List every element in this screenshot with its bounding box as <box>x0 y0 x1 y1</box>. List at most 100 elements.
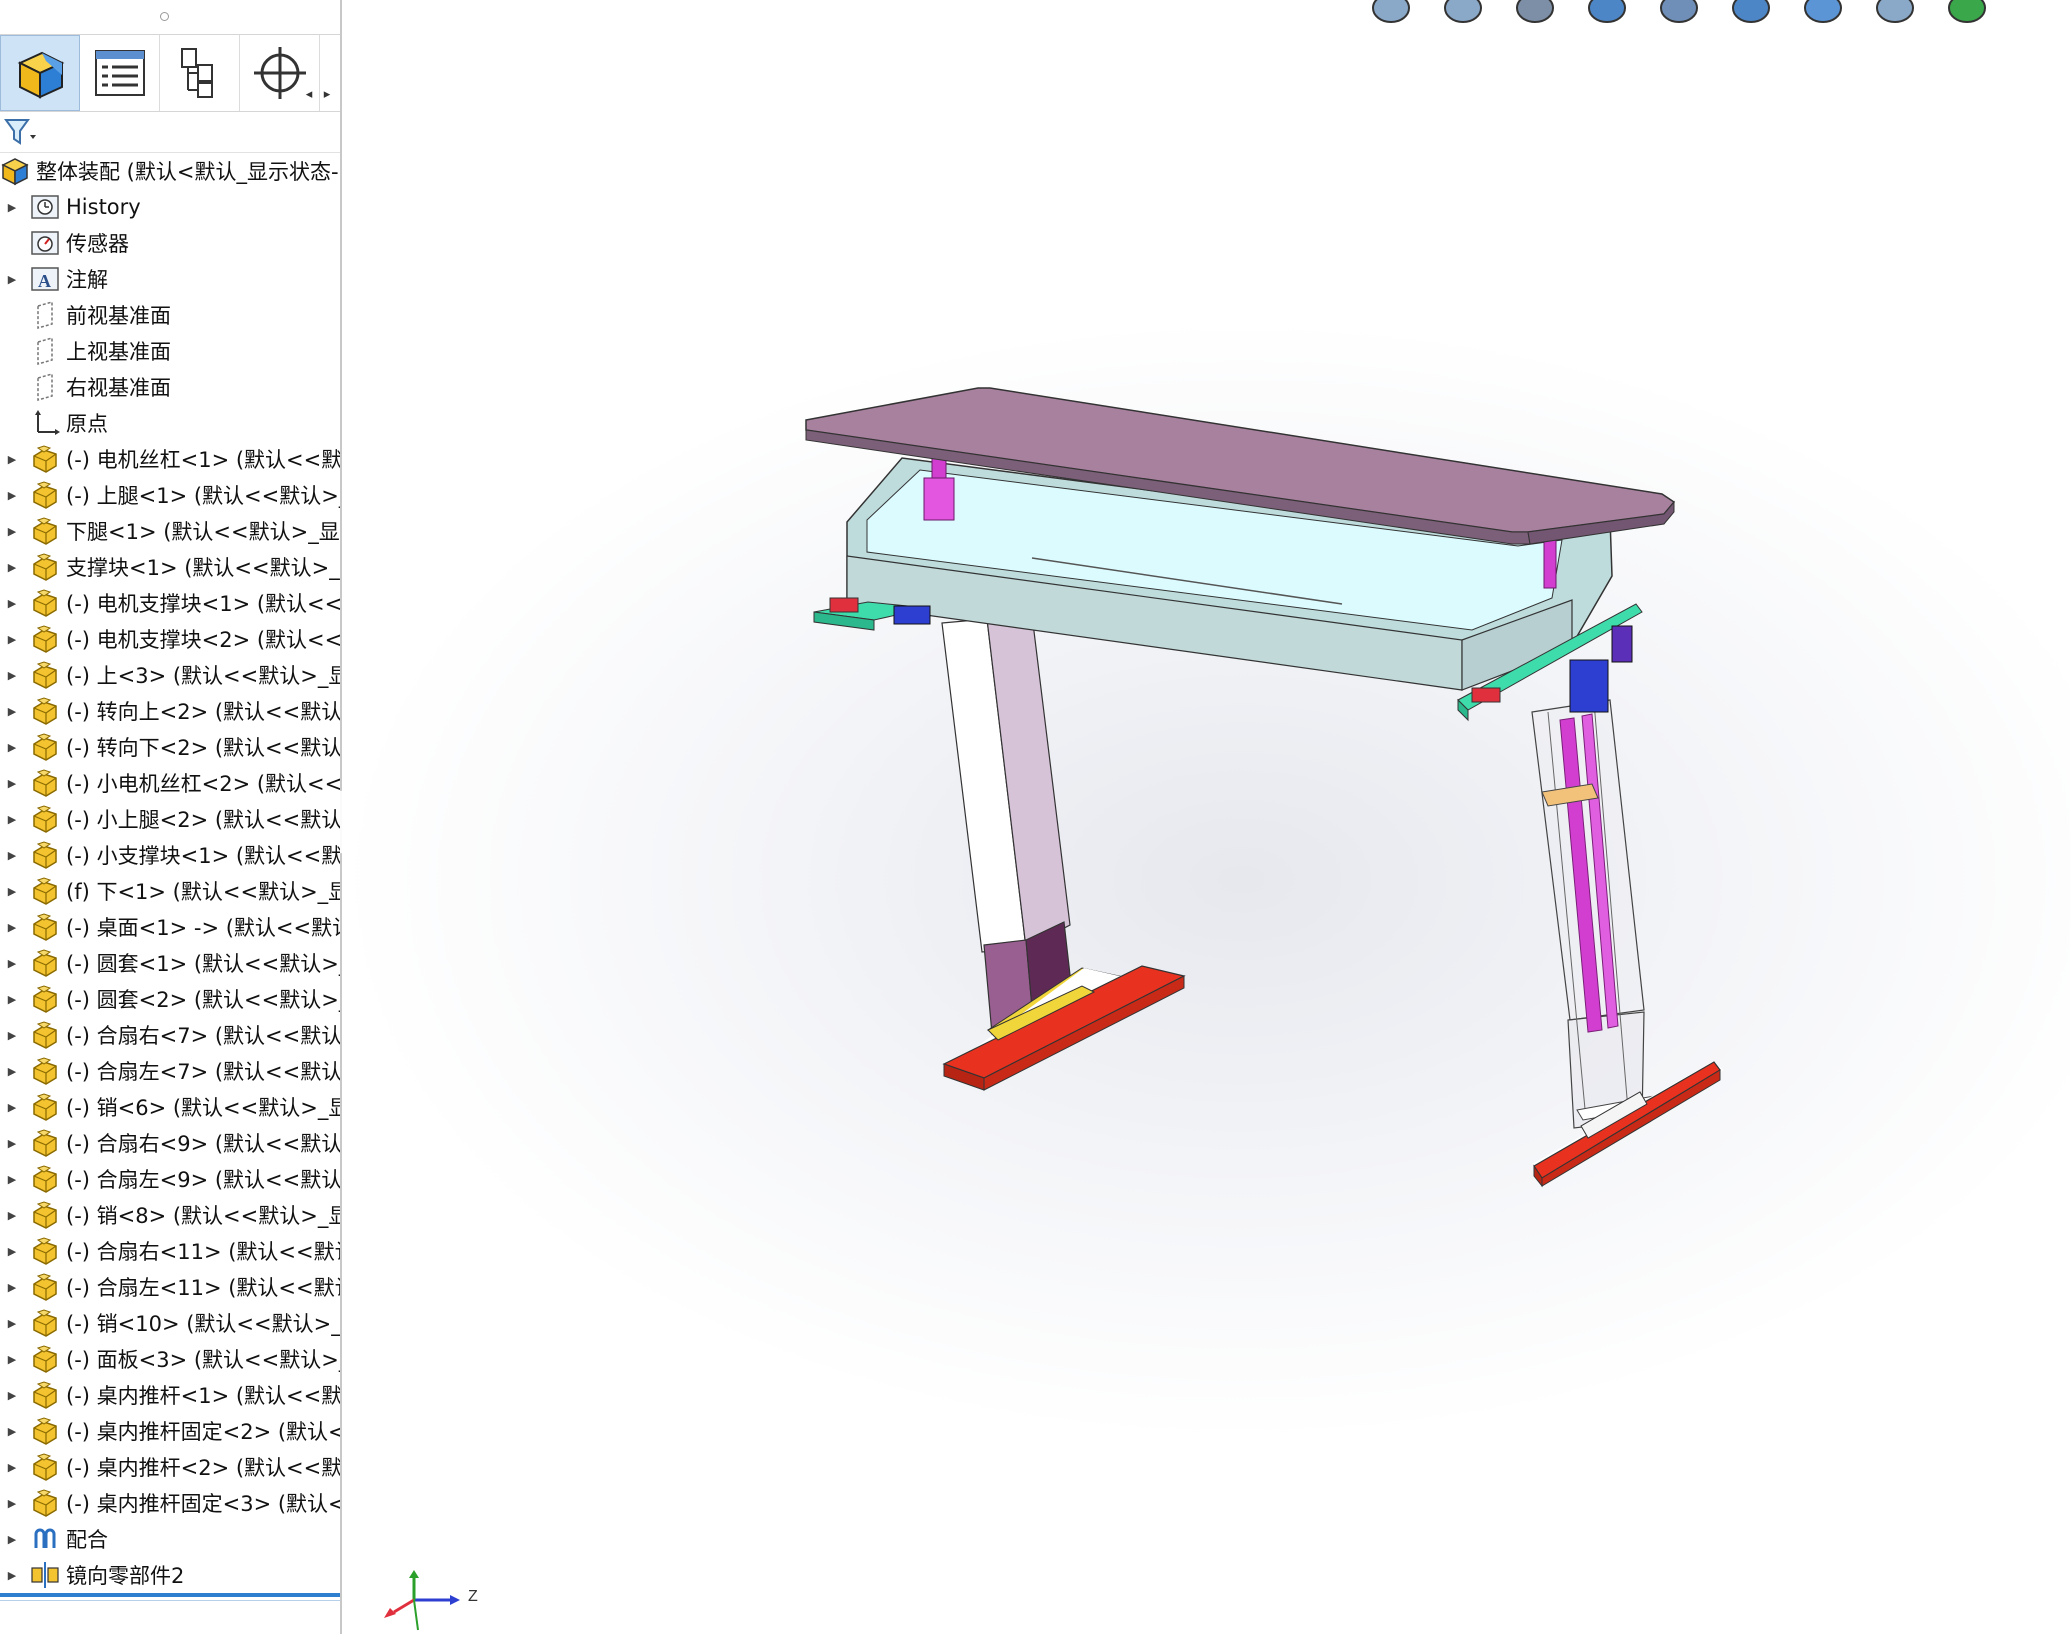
tree-item-label: 前视基准面 <box>66 304 171 328</box>
scroll-left-icon[interactable]: ◂ <box>302 85 316 103</box>
tree-item[interactable]: 原点 <box>0 405 340 441</box>
right-desk-actuator[interactable] <box>1543 539 1557 589</box>
tree-item[interactable]: ▶ (-) 上<3> (默认<<默认>_显示 <box>0 657 340 693</box>
expand-arrow-icon[interactable]: ▶ <box>2 1557 22 1593</box>
graphics-viewport[interactable]: Z <box>342 0 2070 1634</box>
tree-item[interactable]: ▶ 下腿<1> (默认<<默认>_显示 <box>0 513 340 549</box>
tree-item[interactable]: ▶ (-) 桌面<1> -> (默认<<默认 <box>0 909 340 945</box>
tree-item[interactable]: ▶ (-) 桌内推杆固定<3> (默认<< <box>0 1485 340 1521</box>
expand-arrow-icon[interactable]: ▶ <box>2 729 22 765</box>
expand-arrow-icon[interactable]: ▶ <box>2 1161 22 1197</box>
expand-arrow-icon[interactable]: ▶ <box>2 1377 22 1413</box>
right-leg[interactable] <box>1531 699 1661 1129</box>
tree-item[interactable]: ▶ (-) 销<10> (默认<<默认>_显 <box>0 1305 340 1341</box>
tree-item[interactable]: ▶ (f) 下<1> (默认<<默认>_显示 <box>0 873 340 909</box>
tree-item[interactable]: 上视基准面 <box>0 333 340 369</box>
no-arrow-spacer <box>2 225 22 261</box>
tree-item[interactable]: 传感器 <box>0 225 340 261</box>
expand-arrow-icon[interactable]: ▶ <box>2 1053 22 1089</box>
expand-arrow-icon[interactable]: ▶ <box>2 945 22 981</box>
configuration-manager-tab[interactable] <box>160 35 240 111</box>
expand-arrow-icon[interactable]: ▶ <box>2 801 22 837</box>
expand-arrow-icon[interactable]: ▶ <box>2 1089 22 1125</box>
tree-item[interactable]: ▶ (-) 合扇右<11> (默认<<默认 <box>0 1233 340 1269</box>
no-arrow-spacer <box>2 405 22 441</box>
tab-scroll-arrows: ◂ ▸ <box>302 85 334 103</box>
expand-arrow-icon[interactable]: ▶ <box>2 189 22 225</box>
tree-item-label: 配合 <box>66 1528 108 1552</box>
tree-item[interactable]: ▶ (-) 电机丝杠<1> (默认<<默认 <box>0 441 340 477</box>
expand-arrow-icon[interactable]: ▶ <box>2 873 22 909</box>
desk-assembly-model[interactable] <box>342 0 2070 1634</box>
expand-arrow-icon[interactable]: ▶ <box>2 837 22 873</box>
tree-rollback-bar[interactable] <box>0 1593 340 1597</box>
tree-item-label: 传感器 <box>66 232 129 256</box>
expand-arrow-icon[interactable]: ▶ <box>2 1305 22 1341</box>
sensor-folder-icon <box>30 228 60 258</box>
expand-arrow-icon[interactable]: ▶ <box>2 1413 22 1449</box>
part-icon <box>30 660 60 690</box>
expand-arrow-icon[interactable]: ▶ <box>2 513 22 549</box>
expand-arrow-icon[interactable]: ▶ <box>2 981 22 1017</box>
tree-item[interactable]: ▶ A 注解 <box>0 261 340 297</box>
expand-arrow-icon[interactable]: ▶ <box>2 261 22 297</box>
tree-item[interactable]: ▶ (-) 电机支撑块<1> (默认<<默 <box>0 585 340 621</box>
expand-arrow-icon[interactable]: ▶ <box>2 909 22 945</box>
expand-arrow-icon[interactable]: ▶ <box>2 477 22 513</box>
feature-manager-tab[interactable] <box>0 35 80 111</box>
tree-item-label: (-) 上<3> (默认<<默认>_显示 <box>66 664 340 688</box>
tree-item[interactable]: ▶ (-) 小电机丝杠<2> (默认<<默 <box>0 765 340 801</box>
tree-item[interactable]: ▶ (-) 桌内推杆<2> (默认<<默认 <box>0 1449 340 1485</box>
tree-item[interactable]: ▶ History <box>0 189 340 225</box>
tree-root-assembly[interactable]: 整体装配 (默认<默认_显示状态- <box>0 153 340 189</box>
part-icon <box>30 984 60 1014</box>
tree-item[interactable]: ▶ (-) 合扇左<11> (默认<<默认 <box>0 1269 340 1305</box>
tree-item[interactable]: ▶ (-) 小支撑块<1> (默认<<默认 <box>0 837 340 873</box>
tree-item[interactable]: ▶ 支撑块<1> (默认<<默认>_显 <box>0 549 340 585</box>
tree-item[interactable]: ▶ 配合 <box>0 1521 340 1557</box>
expand-arrow-icon[interactable]: ▶ <box>2 765 22 801</box>
tree-item[interactable]: ▶ (-) 小上腿<2> (默认<<默认> <box>0 801 340 837</box>
expand-arrow-icon[interactable]: ▶ <box>2 1341 22 1377</box>
expand-arrow-icon[interactable]: ▶ <box>2 1125 22 1161</box>
tree-item[interactable]: ▶ (-) 电机支撑块<2> (默认<<默 <box>0 621 340 657</box>
tree-item[interactable]: ▶ (-) 销<6> (默认<<默认>_显示 <box>0 1089 340 1125</box>
expand-arrow-icon[interactable]: ▶ <box>2 693 22 729</box>
tree-item[interactable]: ▶ (-) 转向下<2> (默认<<默认> <box>0 729 340 765</box>
expand-arrow-icon[interactable]: ▶ <box>2 1017 22 1053</box>
tree-item[interactable]: ▶ (-) 桌内推杆<1> (默认<<默认 <box>0 1377 340 1413</box>
expand-arrow-icon[interactable]: ▶ <box>2 657 22 693</box>
tree-item-label: 镜向零部件2 <box>66 1564 185 1588</box>
expand-arrow-icon[interactable]: ▶ <box>2 549 22 585</box>
svg-text:A: A <box>38 271 51 291</box>
tree-item[interactable]: ▶ (-) 上腿<1> (默认<<默认>_显 <box>0 477 340 513</box>
expand-arrow-icon[interactable]: ▶ <box>2 1233 22 1269</box>
expand-arrow-icon[interactable]: ▶ <box>2 621 22 657</box>
filter-icon[interactable] <box>4 117 38 147</box>
expand-arrow-icon[interactable]: ▶ <box>2 1521 22 1557</box>
part-icon <box>30 1164 60 1194</box>
expand-arrow-icon[interactable]: ▶ <box>2 1485 22 1521</box>
expand-arrow-icon[interactable]: ▶ <box>2 1449 22 1485</box>
tree-item[interactable]: ▶ (-) 合扇右<7> (默认<<默认> <box>0 1017 340 1053</box>
tree-item[interactable]: ▶ (-) 转向上<2> (默认<<默认> <box>0 693 340 729</box>
tree-item[interactable]: ▶ (-) 合扇左<9> (默认<<默认> <box>0 1161 340 1197</box>
tree-item[interactable]: ▶ (-) 销<8> (默认<<默认>_显示 <box>0 1197 340 1233</box>
tree-item[interactable]: 右视基准面 <box>0 369 340 405</box>
property-manager-tab[interactable] <box>80 35 160 111</box>
tree-item[interactable]: ▶ (-) 桌内推杆固定<2> (默认<< <box>0 1413 340 1449</box>
tree-item[interactable]: 前视基准面 <box>0 297 340 333</box>
tree-item[interactable]: ▶ (-) 圆套<1> (默认<<默认>_显 <box>0 945 340 981</box>
tree-item[interactable]: ▶ (-) 面板<3> (默认<<默认>_显 <box>0 1341 340 1377</box>
part-icon <box>30 624 60 654</box>
panel-collapse-handle[interactable] <box>0 0 340 35</box>
tree-item[interactable]: ▶ 镜向零部件2 <box>0 1557 340 1593</box>
tree-item[interactable]: ▶ (-) 合扇右<9> (默认<<默认> <box>0 1125 340 1161</box>
tree-item[interactable]: ▶ (-) 合扇左<7> (默认<<默认> <box>0 1053 340 1089</box>
expand-arrow-icon[interactable]: ▶ <box>2 1269 22 1305</box>
expand-arrow-icon[interactable]: ▶ <box>2 585 22 621</box>
tree-item[interactable]: ▶ (-) 圆套<2> (默认<<默认>_显 <box>0 981 340 1017</box>
scroll-right-icon[interactable]: ▸ <box>320 85 334 103</box>
expand-arrow-icon[interactable]: ▶ <box>2 1197 22 1233</box>
expand-arrow-icon[interactable]: ▶ <box>2 441 22 477</box>
